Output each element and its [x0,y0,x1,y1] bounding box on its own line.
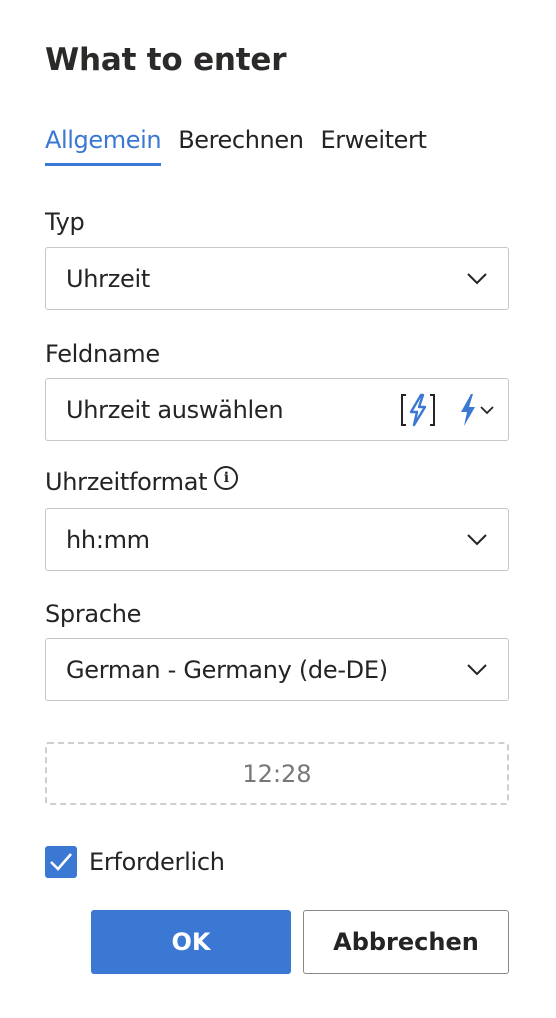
cancel-button[interactable]: Abbrechen [303,910,509,974]
ok-button[interactable]: OK [91,910,291,974]
fieldname-label-text: Feldname [45,340,160,368]
dynamic-content-dropdown[interactable] [458,393,494,427]
insert-formula-icon[interactable] [398,390,438,430]
tab-allgemein[interactable]: Allgemein [45,124,162,168]
fieldname-value: Uhrzeit auswählen [66,395,284,424]
time-format-dropdown[interactable]: hh:mm [45,508,509,571]
language-label-text: Sprache [45,600,142,628]
time-format-label: Uhrzeitformat i [45,466,239,496]
chevron-down-icon [462,525,492,555]
tab-berechnen[interactable]: Berechnen [178,124,304,168]
required-label: Erforderlich [89,848,225,876]
fieldname-input[interactable]: Uhrzeit auswählen [45,378,509,441]
checkmark-icon [50,853,72,871]
chevron-down-icon [462,655,492,685]
chevron-down-icon [462,264,492,294]
language-label: Sprache [45,600,141,628]
chevron-down-icon [480,405,494,414]
info-icon[interactable]: i [214,466,239,490]
required-checkbox-row[interactable]: Erforderlich [45,846,225,878]
language-dropdown[interactable]: German - Germany (de-DE) [45,638,509,701]
time-format-value: hh:mm [66,525,150,554]
format-preview: 12:28 [45,742,509,805]
type-label-text: Typ [45,208,85,236]
required-checkbox[interactable] [45,846,77,878]
lightning-icon [461,393,475,426]
tab-bar: Allgemein Berechnen Erweitert [45,124,443,168]
fieldname-label: Feldname [45,340,160,368]
type-dropdown[interactable]: Uhrzeit [45,247,509,310]
language-value: German - Germany (de-DE) [66,655,388,684]
type-label: Typ [45,208,85,236]
type-value: Uhrzeit [66,264,150,293]
tab-erweitert[interactable]: Erweitert [321,124,427,168]
dialog-title: What to enter [45,42,287,78]
time-format-label-text: Uhrzeitformat [45,468,208,496]
